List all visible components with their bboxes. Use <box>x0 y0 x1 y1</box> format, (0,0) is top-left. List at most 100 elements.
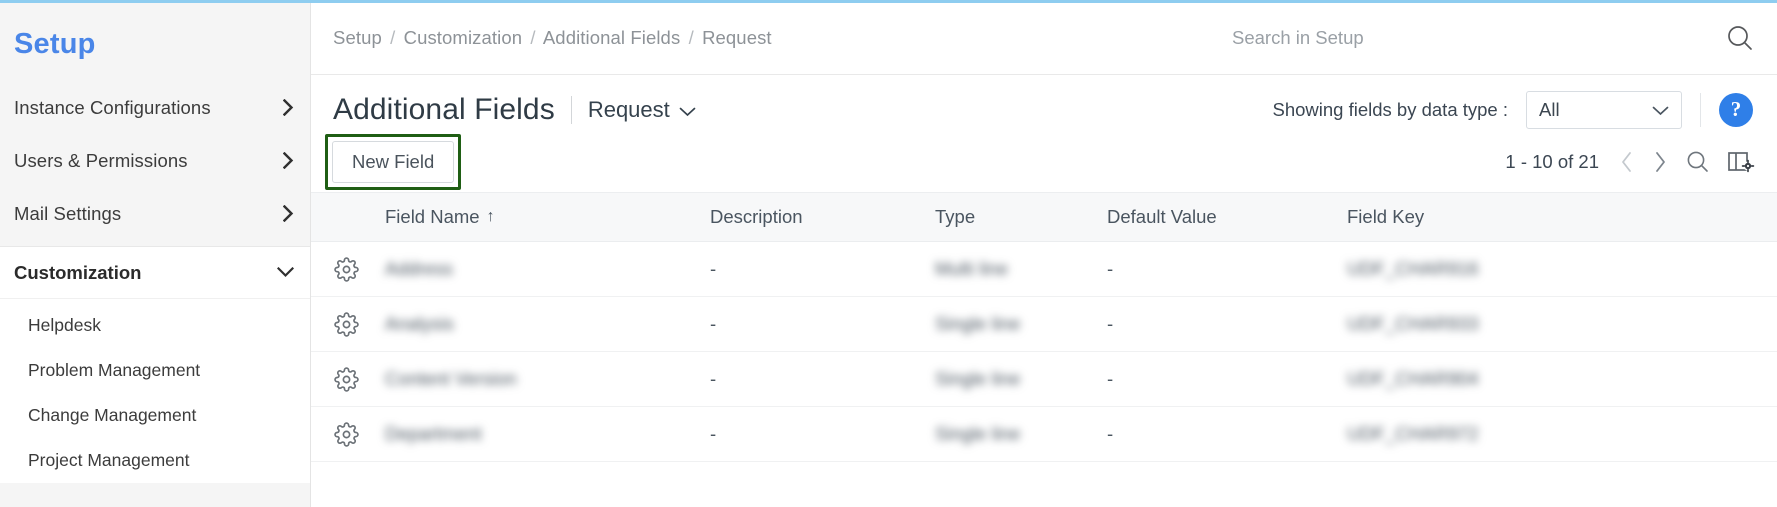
cell-field-name: Address <box>381 241 706 297</box>
sidebar-item-label: Users & Permissions <box>14 149 188 171</box>
gear-icon[interactable] <box>311 366 381 392</box>
chevron-down-icon <box>1652 99 1669 121</box>
cell-description: - <box>706 241 931 297</box>
column-settings-icon[interactable] <box>1728 150 1755 174</box>
previous-page-button[interactable] <box>1619 150 1635 174</box>
breadcrumb-separator: / <box>530 27 536 48</box>
module-selector-label: Request <box>587 96 670 122</box>
chevron-right-icon <box>283 205 294 222</box>
cell-field-name: Department <box>381 406 706 462</box>
breadcrumb: Setup / Customization / Additional Field… <box>311 3 772 49</box>
topbar: Setup / Customization / Additional Field… <box>311 3 1777 75</box>
breadcrumb-item-request[interactable]: Request <box>702 27 772 48</box>
cell-type: Single line <box>931 296 1103 352</box>
cell-field-key: UDF_CHAR972 <box>1343 406 1777 462</box>
field-key-value: UDF_CHAR933 <box>1347 313 1479 334</box>
column-header-type[interactable]: Type <box>931 193 1103 242</box>
row-actions-cell <box>311 241 381 297</box>
chevron-right-icon <box>283 99 294 116</box>
column-header-field-name[interactable]: Field Name ↑ <box>381 193 706 242</box>
description-value: - <box>710 423 717 444</box>
default-value: - <box>1107 258 1114 279</box>
search-input[interactable] <box>1232 24 1725 52</box>
sidebar-item-project-management[interactable]: Project Management <box>0 438 310 483</box>
sidebar-title: Setup <box>14 28 96 60</box>
table-row[interactable]: Content Version - Single line - UDF_CHAR… <box>311 351 1777 407</box>
chevron-down-icon <box>679 97 696 123</box>
type-value: Single line <box>935 423 1021 444</box>
global-search <box>1232 3 1777 53</box>
sidebar-item-problem-management[interactable]: Problem Management <box>0 348 310 393</box>
column-header-actions <box>311 193 381 242</box>
sidebar-item-mail-settings[interactable]: Mail Settings <box>0 187 310 240</box>
next-page-button[interactable] <box>1652 150 1668 174</box>
field-key-value: UDF_CHAR972 <box>1347 423 1479 444</box>
cell-field-name: Analysis <box>381 296 706 352</box>
table-row[interactable]: Department - Single line - UDF_CHAR972 <box>311 406 1777 462</box>
cell-field-name: Content Version <box>381 351 706 407</box>
table-header-row: Field Name ↑ Description Type Default Va… <box>311 193 1777 242</box>
breadcrumb-item-customization[interactable]: Customization <box>404 27 523 48</box>
column-header-label: Description <box>710 206 803 227</box>
row-actions-cell <box>311 296 381 352</box>
cell-field-key: UDF_CHAR933 <box>1343 296 1777 352</box>
page-header-actions: Showing fields by data type : All ? <box>1272 90 1755 129</box>
sidebar-item-customization[interactable]: Customization <box>0 246 310 299</box>
default-value: - <box>1107 368 1114 389</box>
search-icon[interactable] <box>1725 23 1755 53</box>
row-actions-cell <box>311 351 381 407</box>
description-value: - <box>710 313 717 334</box>
sidebar-item-instance-configurations[interactable]: Instance Configurations <box>0 81 310 134</box>
breadcrumb-separator: / <box>390 27 396 48</box>
help-button[interactable]: ? <box>1719 92 1753 127</box>
chevron-right-icon <box>283 152 294 169</box>
gear-icon[interactable] <box>311 311 381 337</box>
field-key-value: UDF_CHAR904 <box>1347 368 1479 389</box>
table-row[interactable]: Address - Multi line - UDF_CHAR916 <box>311 241 1777 297</box>
sidebar-item-change-management[interactable]: Change Management <box>0 393 310 438</box>
column-header-label: Default Value <box>1107 206 1217 227</box>
description-value: - <box>710 368 717 389</box>
sidebar-section-label: Customization <box>14 261 142 283</box>
default-value: - <box>1107 423 1114 444</box>
module-selector[interactable]: Request <box>588 97 696 123</box>
cell-default-value: - <box>1103 241 1343 297</box>
cell-type: Multi line <box>931 241 1103 297</box>
page-title: Additional Fields <box>333 92 555 126</box>
data-type-filter-label: Showing fields by data type : <box>1272 98 1508 120</box>
type-value: Single line <box>935 313 1021 334</box>
pagination-count: 1 - 10 of 21 <box>1505 150 1599 172</box>
cell-type: Single line <box>931 406 1103 462</box>
field-name-value: Address <box>385 258 453 279</box>
gear-icon[interactable] <box>311 421 381 447</box>
search-icon[interactable] <box>1685 149 1711 175</box>
column-header-label: Field Name <box>385 206 480 227</box>
cell-field-key: UDF_CHAR904 <box>1343 351 1777 407</box>
column-header-field-key[interactable]: Field Key <box>1343 193 1777 242</box>
breadcrumb-separator: / <box>688 27 694 48</box>
table-row[interactable]: Analysis - Single line - UDF_CHAR933 <box>311 296 1777 352</box>
cell-field-key: UDF_CHAR916 <box>1343 241 1777 297</box>
breadcrumb-item-additional-fields[interactable]: Additional Fields <box>543 27 680 48</box>
column-header-label: Field Key <box>1347 206 1425 227</box>
breadcrumb-item-setup[interactable]: Setup <box>333 27 382 48</box>
sort-ascending-icon: ↑ <box>486 208 495 225</box>
cell-type: Single line <box>931 351 1103 407</box>
sidebar-item-label: Instance Configurations <box>14 96 211 118</box>
cell-description: - <box>706 351 931 407</box>
sidebar-item-users-permissions[interactable]: Users & Permissions <box>0 134 310 187</box>
new-field-button[interactable]: New Field <box>332 140 455 183</box>
sidebar-item-label: Mail Settings <box>14 202 122 224</box>
data-type-select[interactable]: All <box>1526 90 1682 129</box>
column-header-description[interactable]: Description <box>706 193 931 242</box>
cell-default-value: - <box>1103 406 1343 462</box>
divider <box>1700 92 1701 127</box>
data-type-select-value: All <box>1539 98 1560 120</box>
column-header-default-value[interactable]: Default Value <box>1103 193 1343 242</box>
new-field-highlight: New Field <box>325 133 462 190</box>
gear-icon[interactable] <box>311 256 381 282</box>
sidebar-item-helpdesk[interactable]: Helpdesk <box>0 303 310 348</box>
title-divider <box>570 95 572 124</box>
main-content: Setup / Customization / Additional Field… <box>311 3 1777 507</box>
toolbar-right: 1 - 10 of 21 <box>1505 149 1755 175</box>
